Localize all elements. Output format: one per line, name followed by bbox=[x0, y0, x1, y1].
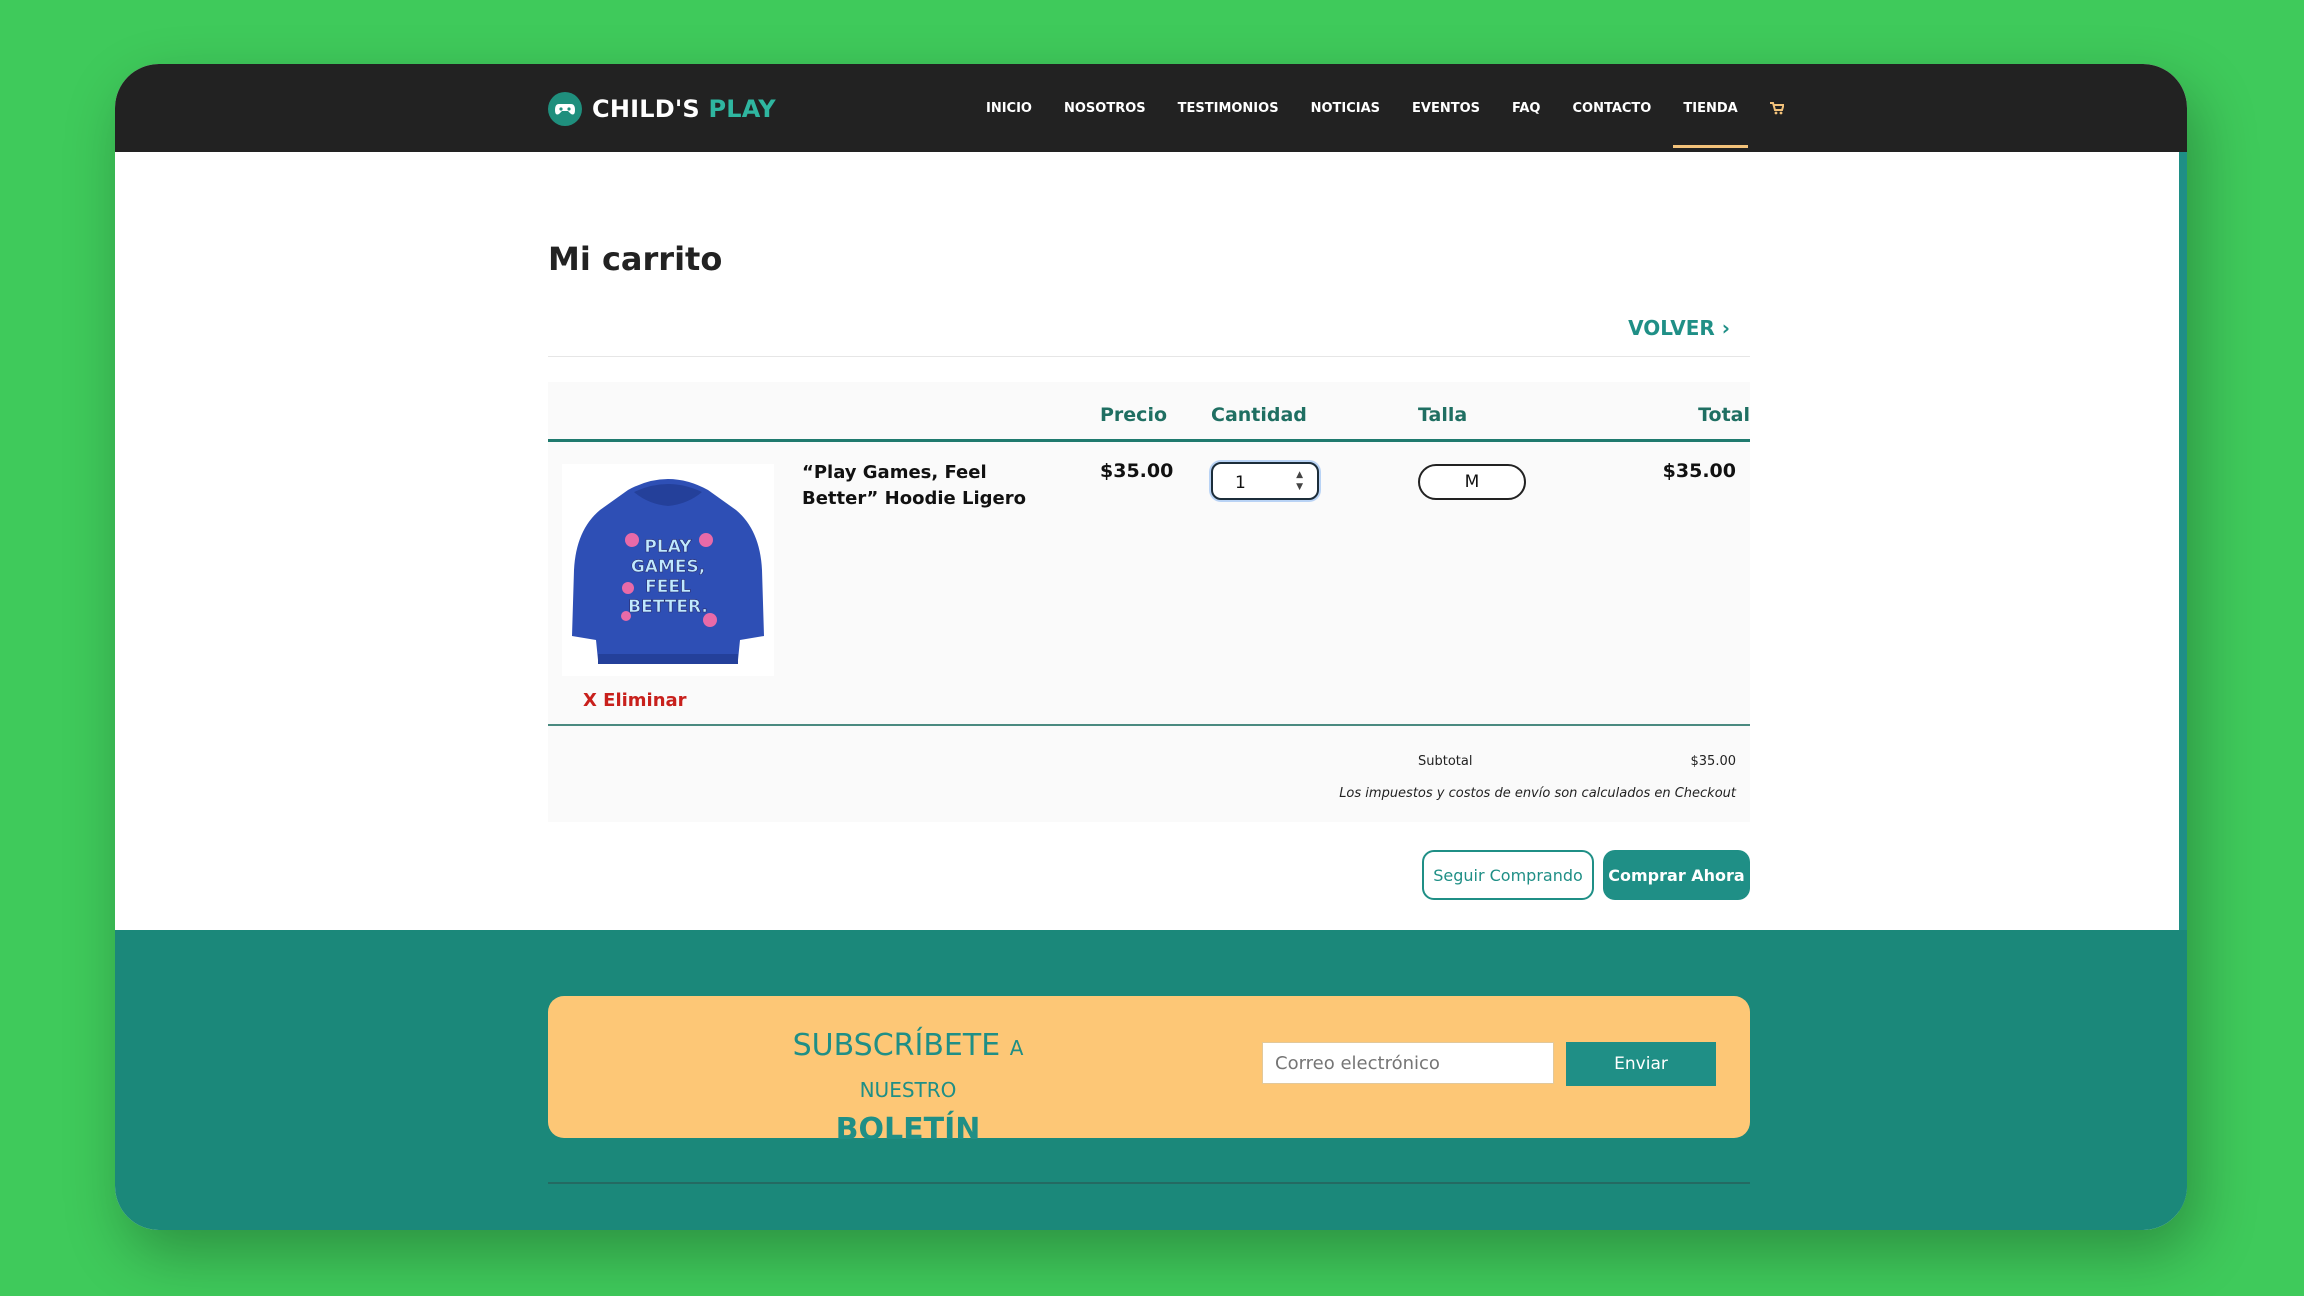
row-divider bbox=[548, 724, 1750, 726]
stepper-arrows-icon[interactable]: ▲ ▼ bbox=[1296, 469, 1303, 493]
size-selector[interactable]: M bbox=[1418, 464, 1526, 500]
nav-item-faq[interactable]: FAQ bbox=[1496, 64, 1557, 152]
brand-name: CHILD'S PLAY bbox=[592, 95, 776, 123]
nav-item-testimonios[interactable]: TESTIMONIOS bbox=[1162, 64, 1295, 152]
nav-item-nosotros[interactable]: NOSOTROS bbox=[1048, 64, 1162, 152]
remove-item-button[interactable]: X Eliminar bbox=[583, 690, 687, 711]
newsletter-box: SUBSCRÍBETE A NUESTRO BOLETÍN Enviar bbox=[548, 996, 1750, 1147]
cart-table: Precio Cantidad Talla Total PLAY GAMES, … bbox=[548, 382, 1750, 822]
submit-button[interactable]: Enviar bbox=[1566, 1042, 1716, 1086]
gamepad-icon bbox=[548, 92, 582, 126]
footer: SUBSCRÍBETE A NUESTRO BOLETÍN Enviar bbox=[115, 930, 2187, 1230]
product-name[interactable]: “Play Games, Feel Better” Hoodie Ligero bbox=[802, 460, 1042, 512]
header-size: Talla bbox=[1418, 404, 1468, 426]
item-total: $35.00 bbox=[1662, 460, 1736, 482]
continue-shopping-button[interactable]: Seguir Comprando bbox=[1422, 850, 1594, 900]
title-divider bbox=[548, 356, 1750, 357]
product-image[interactable]: PLAY GAMES, FEEL BETTER. bbox=[562, 464, 774, 676]
subtotal-value: $35.00 bbox=[1690, 754, 1737, 769]
header-price: Precio bbox=[1100, 404, 1168, 426]
svg-text:PLAY: PLAY bbox=[644, 537, 692, 557]
quantity-value: 1 bbox=[1235, 473, 1246, 493]
table-header: Precio Cantidad Talla Total bbox=[548, 382, 1750, 442]
hoodie-image: PLAY GAMES, FEEL BETTER. bbox=[572, 479, 764, 664]
cart-icon bbox=[1769, 101, 1784, 114]
back-link[interactable]: VOLVER › bbox=[1628, 316, 1730, 340]
buy-now-button[interactable]: Comprar Ahora bbox=[1603, 850, 1750, 900]
cart-button[interactable] bbox=[1754, 64, 1800, 152]
header-quantity: Cantidad bbox=[1211, 404, 1307, 426]
top-navigation: CHILD'S PLAY INICIO NOSOTROS TESTIMONIOS… bbox=[115, 64, 2187, 152]
newsletter-title: SUBSCRÍBETE A NUESTRO BOLETÍN bbox=[792, 1028, 1024, 1147]
svg-text:GAMES,: GAMES, bbox=[631, 557, 705, 577]
svg-text:BETTER.: BETTER. bbox=[628, 597, 708, 617]
footer-divider bbox=[548, 1182, 1750, 1184]
item-price: $35.00 bbox=[1100, 460, 1174, 482]
browser-window: CHILD'S PLAY INICIO NOSOTROS TESTIMONIOS… bbox=[115, 64, 2187, 1230]
subtotal-label: Subtotal bbox=[1418, 754, 1473, 769]
quantity-stepper[interactable]: 1 ▲ ▼ bbox=[1211, 462, 1319, 500]
nav-item-eventos[interactable]: EVENTOS bbox=[1396, 64, 1496, 152]
nav-item-inicio[interactable]: INICIO bbox=[970, 64, 1048, 152]
nav-item-noticias[interactable]: NOTICIAS bbox=[1295, 64, 1396, 152]
nav-item-tienda[interactable]: TIENDA bbox=[1667, 64, 1753, 152]
header-total: Total bbox=[1698, 404, 1750, 426]
tax-note: Los impuestos y costos de envío son calc… bbox=[1339, 786, 1736, 801]
brand-logo[interactable]: CHILD'S PLAY bbox=[548, 92, 776, 126]
main-menu: INICIO NOSOTROS TESTIMONIOS NOTICIAS EVE… bbox=[970, 64, 1800, 152]
email-field[interactable] bbox=[1262, 1042, 1554, 1084]
nav-item-contacto[interactable]: CONTACTO bbox=[1557, 64, 1668, 152]
page-title: Mi carrito bbox=[548, 240, 723, 278]
svg-text:FEEL: FEEL bbox=[645, 577, 691, 597]
